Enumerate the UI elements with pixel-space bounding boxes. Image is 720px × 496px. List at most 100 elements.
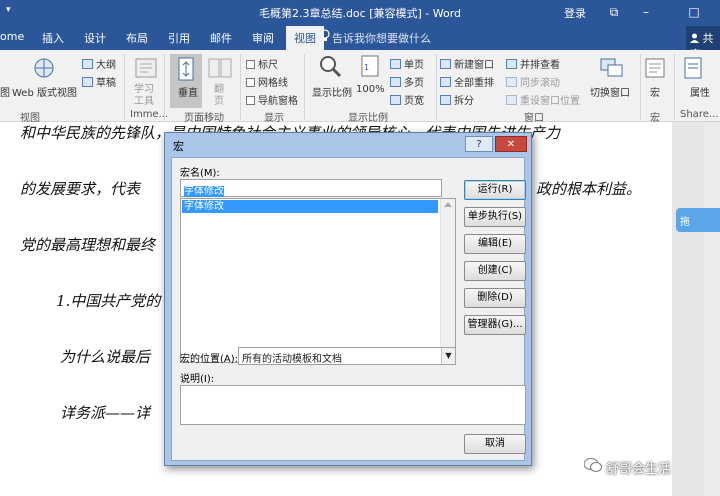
- new-window-label: 新建窗口: [454, 60, 494, 71]
- ribbon-separator: [240, 54, 241, 120]
- ribbon-separator: [164, 54, 165, 120]
- reset-position-button[interactable]: 重设窗口位置: [506, 92, 580, 107]
- dialog-body: 宏名(M): 字体修改 字体修改 运行(R) 单步执行(S) 编辑(E) 创建(…: [171, 157, 526, 461]
- vertical-scrollbar[interactable]: [704, 122, 720, 496]
- dialog-title: 宏: [173, 140, 184, 153]
- new-window-icon: [440, 59, 451, 69]
- outline-button[interactable]: 大纲: [82, 56, 116, 71]
- person-icon: [690, 33, 699, 43]
- vertical-button[interactable]: 垂直: [170, 54, 202, 108]
- tab-view[interactable]: 视图: [286, 26, 324, 50]
- learning-tools-icon: [135, 58, 157, 78]
- doc-line-4: 1.中国共产党的: [56, 292, 161, 310]
- sync-scroll-label: 同步滚动: [520, 78, 560, 89]
- organizer-button[interactable]: 管理器(G)...: [464, 315, 526, 335]
- tab-home[interactable]: ome: [0, 30, 24, 43]
- step-into-button[interactable]: 单步执行(S): [464, 207, 526, 227]
- ribbon-separator: [674, 54, 675, 120]
- svg-text:1: 1: [364, 63, 369, 72]
- macros-button[interactable]: 宏: [650, 84, 660, 99]
- side-to-side-button[interactable]: 翻页: [214, 84, 226, 108]
- tab-review[interactable]: 审阅: [252, 30, 274, 46]
- side-floating-widget[interactable]: 拖: [676, 208, 720, 232]
- ribbon-separator: [304, 54, 305, 120]
- tab-references[interactable]: 引用: [168, 30, 190, 46]
- doc-line-2: 的发展要求，代表: [20, 180, 141, 198]
- split-button[interactable]: 拆分: [440, 92, 474, 107]
- properties-icon: [684, 57, 702, 79]
- doc-line-6: 详务派——详: [60, 404, 151, 422]
- draft-button[interactable]: 草稿: [82, 74, 116, 89]
- scroll-up-arrow-icon: [444, 202, 452, 207]
- nav-pane-checkbox[interactable]: 导航窗格: [246, 92, 298, 107]
- switch-windows-button[interactable]: 切换窗口: [590, 84, 630, 99]
- macro-location-select[interactable]: 所有的活动模板和文档 ▼: [238, 347, 456, 365]
- gridlines-checkbox[interactable]: 网格线: [246, 74, 288, 89]
- share-button[interactable]: 共享: [686, 26, 720, 61]
- macro-name-input[interactable]: 字体修改: [180, 179, 442, 197]
- minimize-button[interactable]: –: [636, 3, 656, 21]
- page-width-icon: [390, 95, 401, 105]
- delete-button[interactable]: 删除(D): [464, 288, 526, 308]
- draft-label: 草稿: [96, 78, 116, 89]
- login-link[interactable]: 登录: [564, 5, 586, 21]
- sync-scroll-button[interactable]: 同步滚动: [506, 74, 560, 89]
- arrange-all-label: 全部重排: [454, 78, 494, 89]
- tab-design[interactable]: 设计: [84, 30, 106, 46]
- learning-tools-button[interactable]: 学习工具: [134, 84, 158, 108]
- side-by-side-button[interactable]: 并排查看: [506, 56, 560, 71]
- immersive-group-label: Imme...: [130, 109, 169, 120]
- ribbon-display-options-icon[interactable]: ⧉: [604, 3, 624, 21]
- hundred-percent-icon: 1: [361, 55, 379, 77]
- ruler-label: 标尺: [258, 60, 278, 71]
- macro-name-label: 宏名(M):: [180, 168, 220, 179]
- one-page-label: 单页: [404, 60, 424, 71]
- gridlines-label: 网格线: [258, 78, 288, 89]
- one-page-icon: [390, 59, 401, 69]
- edit-button[interactable]: 编辑(E): [464, 234, 526, 254]
- vertical-label: 垂直: [178, 88, 198, 99]
- macro-location-label: 宏的位置(A):: [180, 354, 239, 365]
- run-button[interactable]: 运行(R): [464, 180, 526, 200]
- tab-insert[interactable]: 插入: [42, 30, 64, 46]
- watermark-text: 舒哥会生活: [606, 462, 672, 477]
- arrange-all-button[interactable]: 全部重排: [440, 74, 494, 89]
- one-page-button[interactable]: 单页: [390, 56, 424, 71]
- page-width-button[interactable]: 页宽: [390, 92, 424, 107]
- macro-list[interactable]: 字体修改: [180, 198, 456, 363]
- hundred-percent-button[interactable]: 100%: [356, 84, 385, 95]
- maximize-button[interactable]: □: [684, 3, 704, 21]
- split-label: 拆分: [454, 96, 474, 107]
- tab-mailings[interactable]: 邮件: [210, 30, 232, 46]
- properties-button[interactable]: 属性: [690, 84, 710, 99]
- doc-line-3: 党的最高理想和最终: [20, 236, 156, 254]
- cancel-button[interactable]: 取消: [464, 434, 526, 454]
- description-box: [180, 385, 526, 425]
- doc-line-5: 为什么说最后: [60, 348, 151, 366]
- watermark: 舒哥会生活: [584, 458, 671, 477]
- gridlines-check-icon: [246, 78, 255, 87]
- multi-page-button[interactable]: 多页: [390, 74, 424, 89]
- read-mode-button[interactable]: 图: [0, 84, 10, 99]
- ribbon-separator: [640, 54, 641, 120]
- close-button[interactable]: ✕: [495, 136, 527, 152]
- zoom-button[interactable]: 显示比例: [312, 84, 352, 99]
- list-scrollbar[interactable]: [440, 199, 455, 362]
- doc-line-2-tail: 政的根本利益。: [536, 180, 642, 198]
- ribbon-separator: [436, 54, 437, 120]
- tab-layout[interactable]: 布局: [126, 30, 148, 46]
- web-layout-button[interactable]: Web 版式视图: [12, 84, 77, 99]
- chevron-down-icon: ▼: [441, 348, 455, 364]
- help-button[interactable]: ?: [465, 136, 493, 152]
- ruler-checkbox[interactable]: 标尺: [246, 56, 278, 71]
- ruler-check-icon: [246, 60, 255, 69]
- list-item[interactable]: 字体修改: [182, 200, 438, 213]
- outline-icon: [82, 59, 93, 69]
- new-window-button[interactable]: 新建窗口: [440, 56, 494, 71]
- tell-me-search[interactable]: 告诉我你想要做什么: [332, 30, 431, 46]
- side-by-side-icon: [506, 59, 517, 69]
- create-button[interactable]: 创建(C): [464, 261, 526, 281]
- macros-icon: [645, 58, 665, 78]
- web-layout-icon: [34, 58, 54, 78]
- reset-position-icon: [506, 95, 517, 105]
